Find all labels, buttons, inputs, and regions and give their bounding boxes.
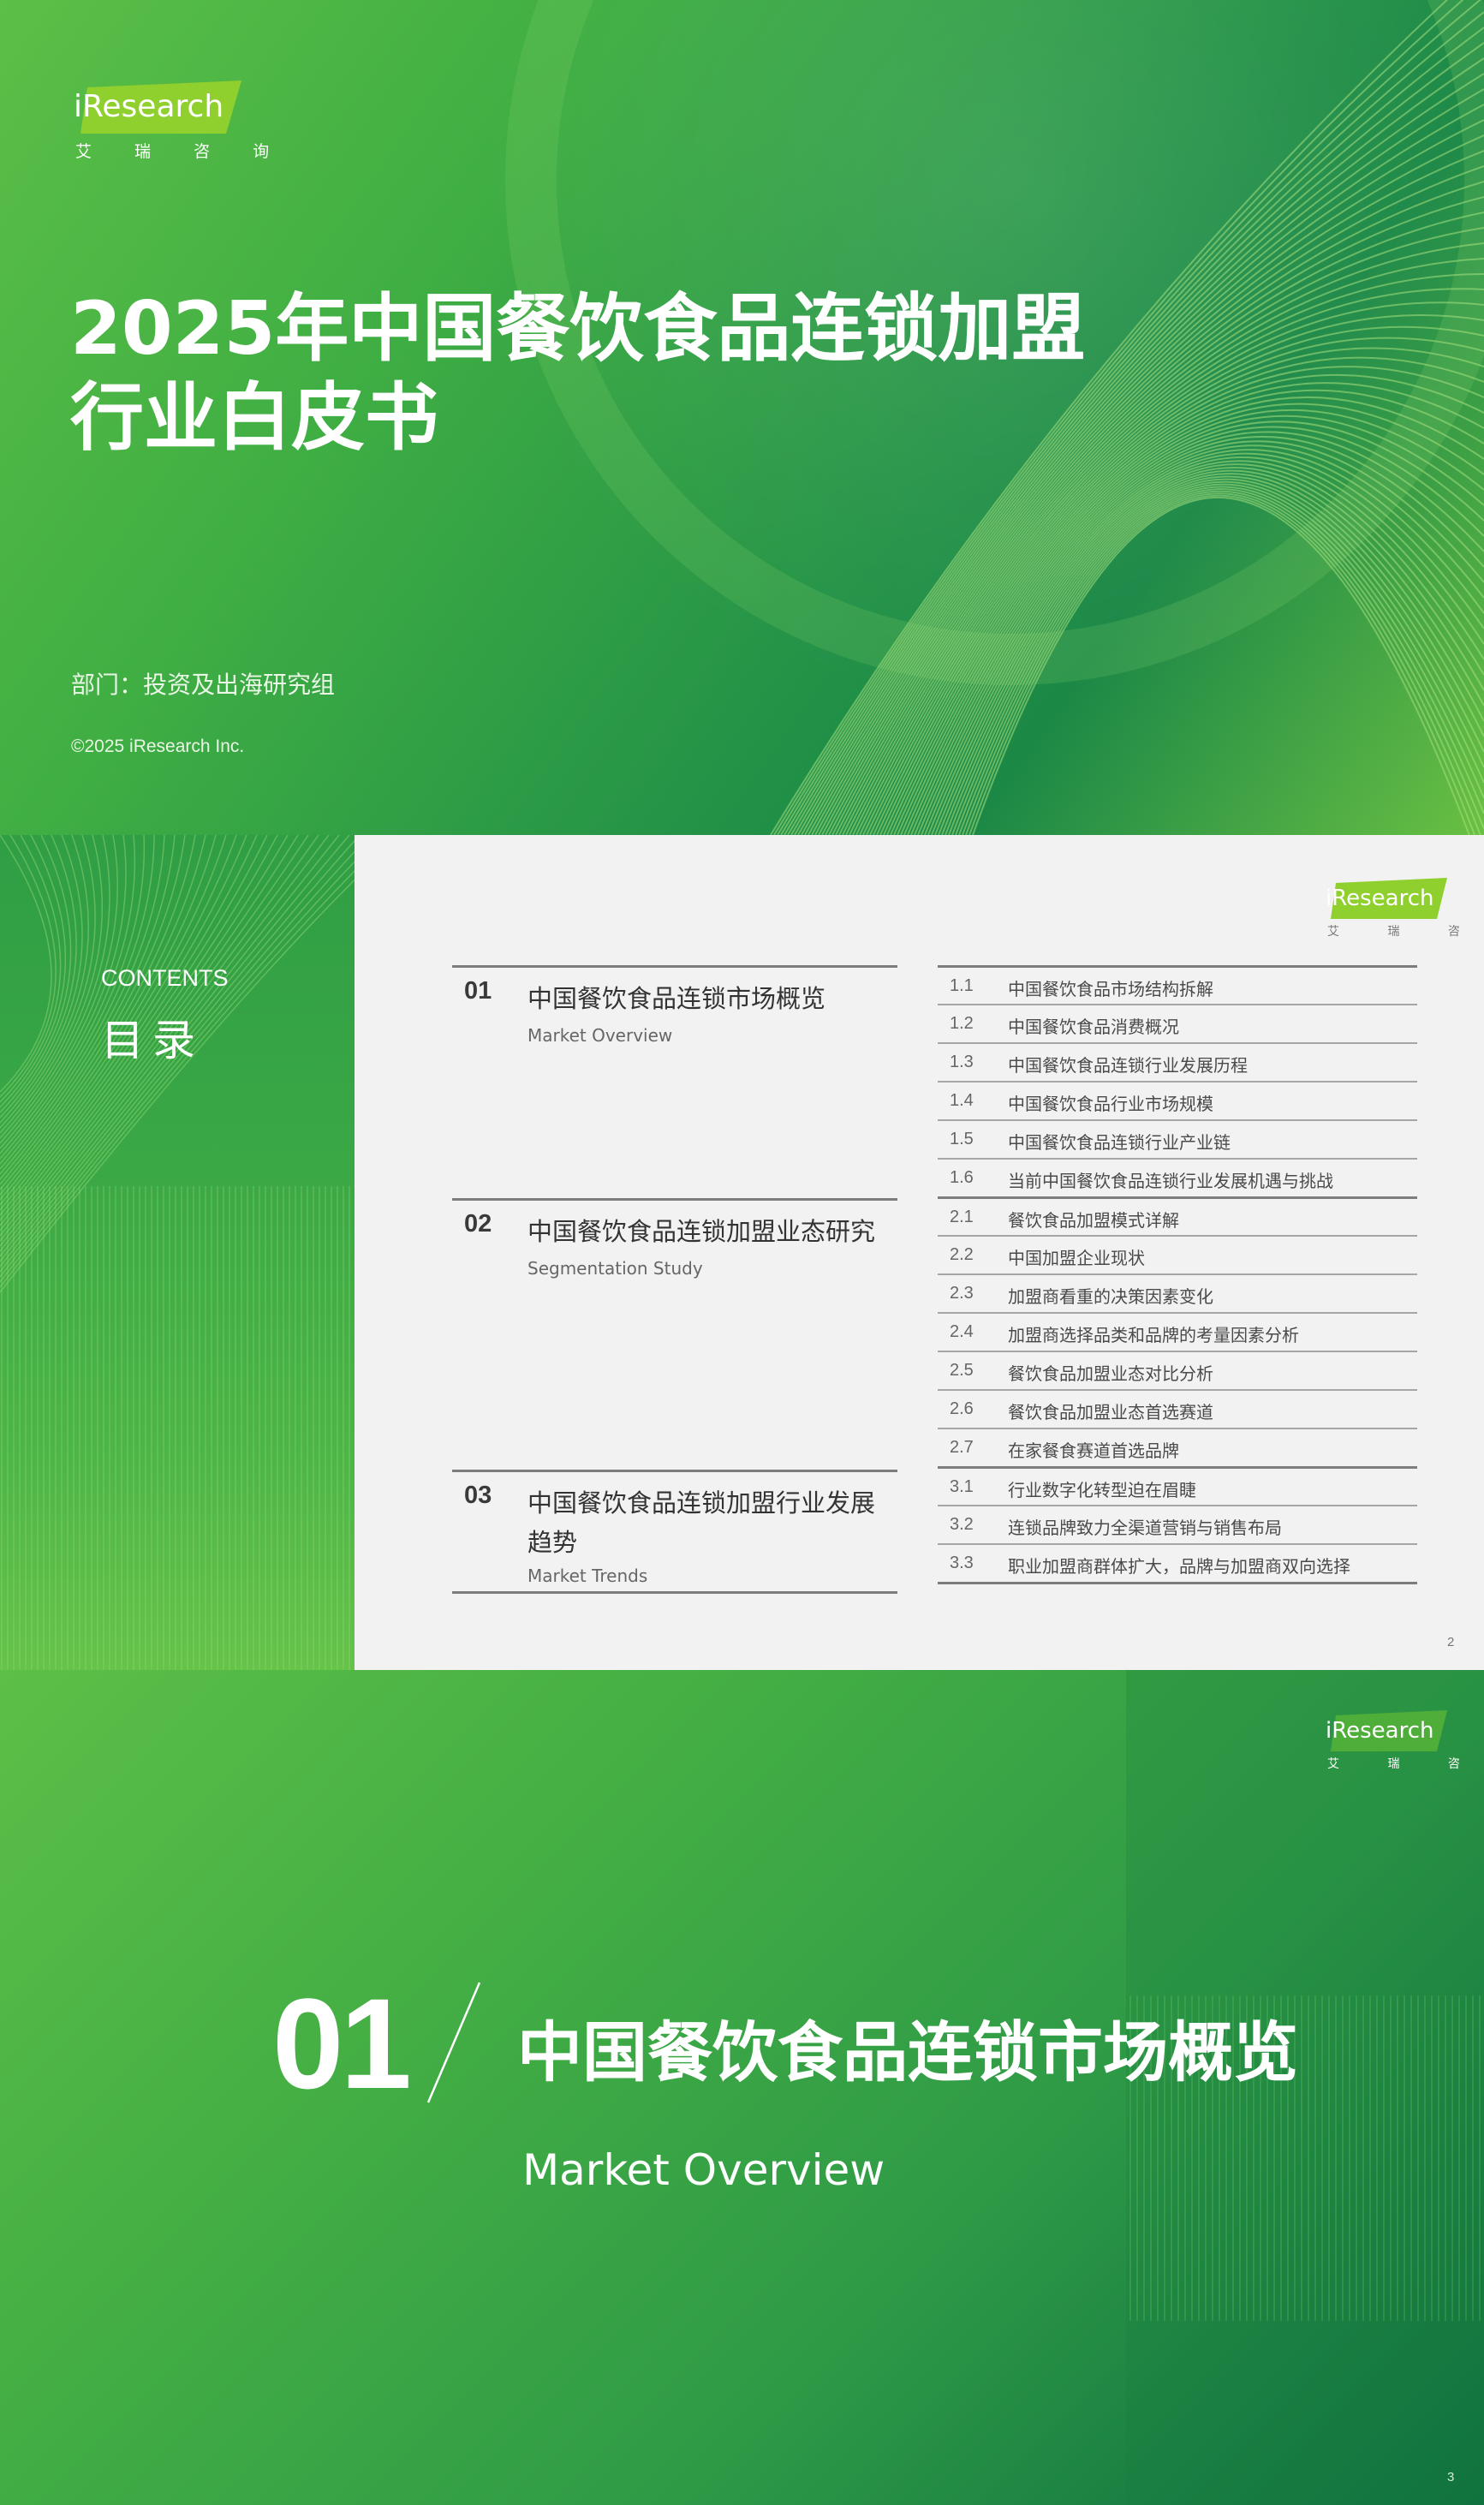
section-divider-slide: iResearch 艾 瑞 咨 询 01 中国餐饮食品连锁市场概览 Market… [0, 1670, 1484, 2505]
side-panel-pattern [0, 835, 355, 1670]
contents-label-cn: 目录 [101, 1016, 204, 1065]
logo-wordmark-divider: iResearch [1326, 1718, 1434, 1744]
contents-section-01[interactable]: 01 中国餐饮食品连锁市场概览 Market Overview [452, 965, 897, 1059]
toc-item-text: 当前中国餐饮食品连锁行业发展机遇与挑战 [1008, 1171, 1333, 1191]
toc-item-number: 2.5 [950, 1361, 974, 1380]
toc-item-number: 1.3 [950, 1053, 974, 1071]
toc-item-number: 1.5 [950, 1130, 974, 1148]
toc-item-text: 加盟商看重的决策因素变化 [1008, 1286, 1213, 1307]
toc-item-text: 在家餐食赛道首选品牌 [1008, 1440, 1179, 1461]
toc-item[interactable]: 1.2 中国餐饮食品消费概况 [938, 1004, 1417, 1042]
section-subtitle-en: Market Overview [522, 2145, 885, 2195]
page-number: 2 [1447, 1635, 1455, 1649]
toc-item[interactable]: 2.7 在家餐食赛道首选品牌 [938, 1428, 1417, 1466]
toc-item[interactable]: 1.3 中国餐饮食品连锁行业发展历程 [938, 1042, 1417, 1081]
toc-item-number: 2.1 [950, 1208, 974, 1226]
section-number: 02 [464, 1210, 492, 1238]
toc-item-number: 2.2 [950, 1245, 974, 1264]
toc-item[interactable]: 2.2 中国加盟企业现状 [938, 1235, 1417, 1273]
section-number: 01 [464, 977, 492, 1005]
toc-item-text: 中国餐饮食品消费概况 [1008, 1017, 1179, 1037]
toc-end-rule [938, 1582, 1417, 1584]
toc-item-number: 1.1 [950, 976, 974, 995]
toc-item[interactable]: 3.3 职业加盟商群体扩大，品牌与加盟商双向选择 [938, 1543, 1417, 1582]
department-label: 部门：投资及出海研究组 [71, 671, 336, 699]
contents-section-02[interactable]: 02 中国餐饮食品连锁加盟业态研究 Segmentation Study [452, 1198, 897, 1292]
section-rule-bottom [452, 1591, 897, 1594]
section-rule [452, 1198, 897, 1201]
toc-item-text: 中国餐饮食品连锁行业发展历程 [1008, 1055, 1248, 1076]
iresearch-logo-small: iResearch 艾 瑞 咨 询 [1326, 878, 1484, 946]
toc-item-text: 餐饮食品加盟模式详解 [1008, 1210, 1179, 1231]
contents-side-panel: CONTENTS 目录 [0, 835, 355, 1670]
toc-item-number: 1.2 [950, 1014, 974, 1033]
cover-slide: iResearch 艾 瑞 咨 询 2025年中国餐饮食品连锁加盟 行业白皮书 … [0, 0, 1484, 835]
toc-list: 1.1 中国餐饮食品市场结构拆解 1.2 中国餐饮食品消费概况 1.3 中国餐饮食品连… [938, 965, 1417, 1584]
toc-item-text: 加盟商选择品类和品牌的考量因素分析 [1008, 1325, 1299, 1345]
toc-item-number: 2.7 [950, 1438, 974, 1457]
section-number: 03 [464, 1482, 492, 1509]
toc-item[interactable]: 1.4 中国餐饮食品行业市场规模 [938, 1081, 1417, 1119]
toc-item-number: 1.6 [950, 1168, 974, 1187]
report-title-line2: 行业白皮书 [70, 375, 438, 461]
logo-chinese: 艾 瑞 咨 询 [75, 142, 289, 161]
toc-item-text: 中国餐饮食品行业市场规模 [1008, 1094, 1213, 1114]
logo-chinese-divider: 艾 瑞 咨 询 [1327, 1757, 1484, 1771]
contents-section-03[interactable]: 03 中国餐饮食品连锁加盟行业发展趋势 Market Trends [452, 1470, 897, 1594]
section-title-large: 中国餐饮食品连锁市场概览 [517, 2014, 1298, 2090]
toc-item-number: 2.6 [950, 1399, 974, 1418]
panel-decor-line [0, 835, 83, 1124]
copyright-text: ©2025 iResearch Inc. [71, 737, 245, 756]
toc-item-text: 行业数字化转型迫在眉睫 [1008, 1480, 1196, 1500]
page-number: 3 [1447, 2470, 1455, 2484]
section-rule [452, 1470, 897, 1472]
section-title-en: Market Trends [527, 1566, 648, 1586]
toc-item-text: 职业加盟商群体扩大，品牌与加盟商双向选择 [1008, 1556, 1350, 1577]
toc-item[interactable]: 2.5 餐饮食品加盟业态对比分析 [938, 1351, 1417, 1389]
toc-item-text: 餐饮食品加盟业态首选赛道 [1008, 1402, 1213, 1422]
toc-item[interactable]: 2.3 加盟商看重的决策因素变化 [938, 1273, 1417, 1312]
toc-item-number: 3.1 [950, 1477, 974, 1496]
section-title-en: Segmentation Study [527, 1258, 703, 1279]
contents-label-en: CONTENTS [101, 965, 229, 991]
toc-item[interactable]: 2.1 餐饮食品加盟模式详解 [938, 1196, 1417, 1235]
toc-item[interactable]: 2.4 加盟商选择品类和品牌的考量因素分析 [938, 1312, 1417, 1351]
report-title-line1: 2025年中国餐饮食品连锁加盟 [70, 286, 1086, 372]
iresearch-logo-divider: iResearch 艾 瑞 咨 询 [1326, 1710, 1484, 1779]
toc-item[interactable]: 2.6 餐饮食品加盟业态首选赛道 [938, 1389, 1417, 1428]
toc-item[interactable]: 1.5 中国餐饮食品连锁行业产业链 [938, 1119, 1417, 1158]
toc-item[interactable]: 3.1 行业数字化转型迫在眉睫 [938, 1466, 1417, 1505]
toc-item-number: 2.4 [950, 1322, 974, 1341]
iresearch-logo: iResearch 艾 瑞 咨 询 [74, 79, 269, 164]
toc-item-text: 中国加盟企业现状 [1008, 1248, 1145, 1268]
section-title: 中国餐饮食品连锁加盟业态研究 [527, 1217, 876, 1246]
toc-item-number: 3.2 [950, 1515, 974, 1534]
section-title: 中国餐饮食品连锁市场概览 [527, 984, 826, 1013]
section-number-large: 01 [272, 1971, 412, 2115]
section-title: 中国餐饮食品连锁加盟行业发展趋势 [527, 1488, 876, 1557]
toc-item[interactable]: 1.6 当前中国餐饮食品连锁行业发展机遇与挑战 [938, 1158, 1417, 1196]
toc-item[interactable]: 3.2 连锁品牌致力全渠道营销与销售布局 [938, 1505, 1417, 1543]
section-title-en: Market Overview [527, 1025, 673, 1046]
toc-item-number: 2.3 [950, 1284, 974, 1303]
toc-item-number: 3.3 [950, 1554, 974, 1572]
toc-item-text: 中国餐饮食品连锁行业产业链 [1008, 1132, 1231, 1153]
toc-item-number: 1.4 [950, 1091, 974, 1110]
logo-chinese-small: 艾 瑞 咨 询 [1327, 925, 1484, 939]
logo-wordmark-small: iResearch [1326, 886, 1434, 911]
report-title: 2025年中国餐饮食品连锁加盟 行业白皮书 [70, 284, 1085, 462]
logo-wordmark: iResearch [74, 89, 224, 124]
contents-slide: CONTENTS 目录 iResearch 艾 瑞 咨 询 01 中国餐饮食品连… [0, 835, 1484, 1670]
toc-item[interactable]: 1.1 中国餐饮食品市场结构拆解 [938, 965, 1417, 1004]
toc-item-text: 餐饮食品加盟业态对比分析 [1008, 1363, 1213, 1384]
panel-decor-line [0, 835, 146, 1165]
toc-item-text: 中国餐饮食品市场结构拆解 [1008, 979, 1213, 999]
section-rule [452, 965, 897, 968]
toc-item-text: 连锁品牌致力全渠道营销与销售布局 [1008, 1518, 1282, 1538]
